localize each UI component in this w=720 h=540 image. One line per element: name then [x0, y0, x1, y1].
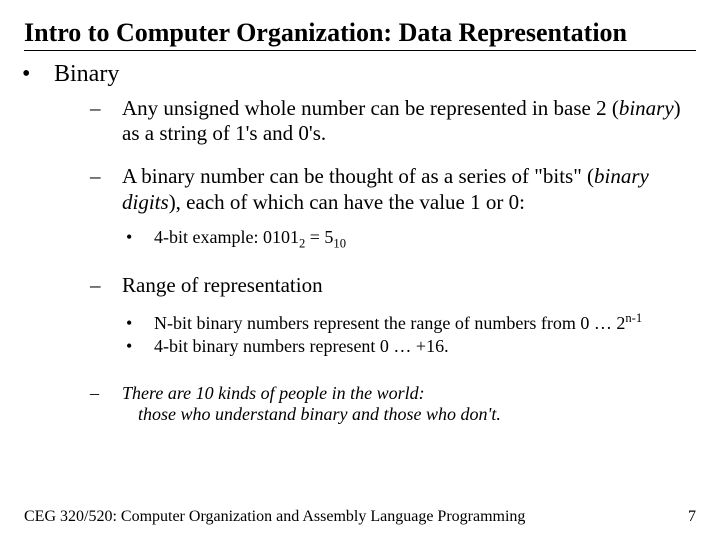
range-sub-1-pre: N-bit binary numbers represent the range… — [154, 313, 625, 333]
footer: CEG 320/520: Computer Organization and A… — [24, 508, 696, 526]
range-sub-1-sup: n-1 — [625, 311, 642, 325]
point-1-ital: binary — [619, 96, 674, 120]
point-2: –A binary number can be thought of as a … — [122, 164, 696, 214]
slide: Intro to Computer Organization: Data Rep… — [0, 0, 720, 540]
joke-line-2: those who understand binary and those wh… — [138, 404, 501, 424]
point-1-pre: Any unsigned whole number can be represe… — [122, 96, 619, 120]
range-label: Range of representation — [122, 273, 323, 297]
range-sub-2-text: 4-bit binary numbers represent 0 … +16. — [154, 336, 449, 356]
slide-title: Intro to Computer Organization: Data Rep… — [24, 18, 696, 48]
title-divider — [24, 50, 696, 51]
dash-icon: – — [106, 164, 122, 189]
example-rhs-sub: 10 — [333, 236, 346, 250]
bullet-icon: • — [140, 313, 154, 334]
point-2-pre: A binary number can be thought of as a s… — [122, 164, 594, 188]
dash-icon: – — [106, 383, 122, 405]
example-line: •4-bit example: 01012 = 510 — [154, 227, 696, 252]
bullet-icon: • — [38, 61, 54, 88]
point-1: –Any unsigned whole number can be repres… — [122, 96, 696, 146]
footer-left: CEG 320/520: Computer Organization and A… — [24, 508, 525, 526]
page-number: 7 — [688, 508, 696, 526]
joke: –There are 10 kinds of people in the wor… — [122, 383, 696, 426]
range-heading: –Range of representation — [122, 273, 696, 298]
section-label: Binary — [54, 61, 119, 87]
example-eq: = — [305, 227, 324, 247]
bullet-icon: • — [140, 336, 154, 357]
example-label: 4-bit example: — [154, 227, 263, 247]
example-lhs: 0101 — [263, 227, 299, 247]
range-sub-1: •N-bit binary numbers represent the rang… — [154, 311, 696, 334]
joke-line-1: There are 10 kinds of people in the worl… — [122, 383, 425, 403]
range-sub-2: •4-bit binary numbers represent 0 … +16. — [154, 336, 696, 357]
section-heading: •Binary — [54, 61, 696, 88]
dash-icon: – — [106, 273, 122, 298]
bullet-icon: • — [140, 227, 154, 248]
dash-icon: – — [106, 96, 122, 121]
point-2-post: ), each of which can have the value 1 or… — [169, 190, 525, 214]
